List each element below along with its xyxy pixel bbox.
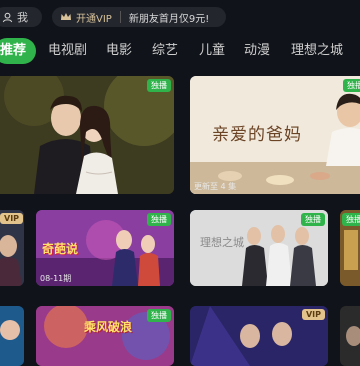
show-title-art: 理想之城 [200, 236, 244, 249]
partial-card-left-row3[interactable] [0, 306, 24, 366]
poster-art [0, 306, 24, 366]
exclusive-badge: 独播 [343, 79, 360, 92]
promo-text: 新朋友首月仅9元! [128, 13, 210, 25]
show-card-chengfeng[interactable]: 乘风破浪 独播 [36, 306, 174, 366]
show-card-row3-right[interactable]: VIP [190, 306, 328, 366]
hero-left-poster-art [0, 76, 174, 194]
tab-recommend[interactable]: 推荐 [0, 38, 37, 64]
divider [119, 11, 121, 23]
episode-status: 更新至 4 集 [194, 182, 237, 191]
crown-icon [61, 13, 71, 20]
user-icon [2, 12, 13, 22]
profile-button[interactable]: 我 [0, 7, 42, 27]
episode-status: 08-11期 [40, 274, 72, 283]
poster-art [340, 306, 360, 366]
vip-promo-button[interactable]: 开通VIP 新朋友首月仅9元! [52, 7, 226, 27]
show-card-ideal-city[interactable]: 理想之城 独播 [190, 210, 328, 286]
show-card-qipashuo[interactable]: 奇葩说 独播 08-11期 [36, 210, 174, 286]
hero-card-left[interactable]: 独播 [0, 76, 174, 194]
tab-ideal-city[interactable]: 理想之城 [291, 38, 343, 64]
profile-label: 我 [17, 11, 28, 24]
tab-kids[interactable]: 儿童 [199, 38, 225, 64]
tab-movies[interactable]: 电影 [106, 38, 132, 64]
top-bar: 我 开通VIP 新朋友首月仅9元! [0, 0, 360, 34]
vip-badge: VIP [0, 213, 24, 224]
tab-variety[interactable]: 综艺 [152, 38, 178, 64]
exclusive-badge: 独播 [147, 213, 171, 226]
category-nav: 推荐 电视剧 电影 综艺 儿童 动漫 理想之城 [0, 38, 360, 64]
hero-card-right[interactable]: 亲爱的爸妈 独播 更新至 4 集 [190, 76, 360, 194]
tab-tv-series[interactable]: 电视剧 [48, 38, 87, 64]
vip-label: 开通VIP [76, 13, 112, 25]
exclusive-badge: 独播 [342, 213, 360, 226]
partial-card-right-row3[interactable] [340, 306, 360, 366]
vip-badge: VIP [301, 309, 325, 320]
show-title-art: 奇葩说 [42, 242, 79, 256]
show-title-art: 亲爱的爸妈 [212, 125, 302, 145]
exclusive-badge: 独播 [147, 79, 171, 92]
partial-card-left[interactable]: VIP [0, 210, 24, 286]
tab-anime[interactable]: 动漫 [244, 38, 270, 64]
exclusive-badge: 独播 [147, 309, 171, 322]
partial-card-right[interactable]: 独播 [340, 210, 360, 286]
exclusive-badge: 独播 [301, 213, 325, 226]
show-title-art: 乘风破浪 [84, 320, 133, 334]
